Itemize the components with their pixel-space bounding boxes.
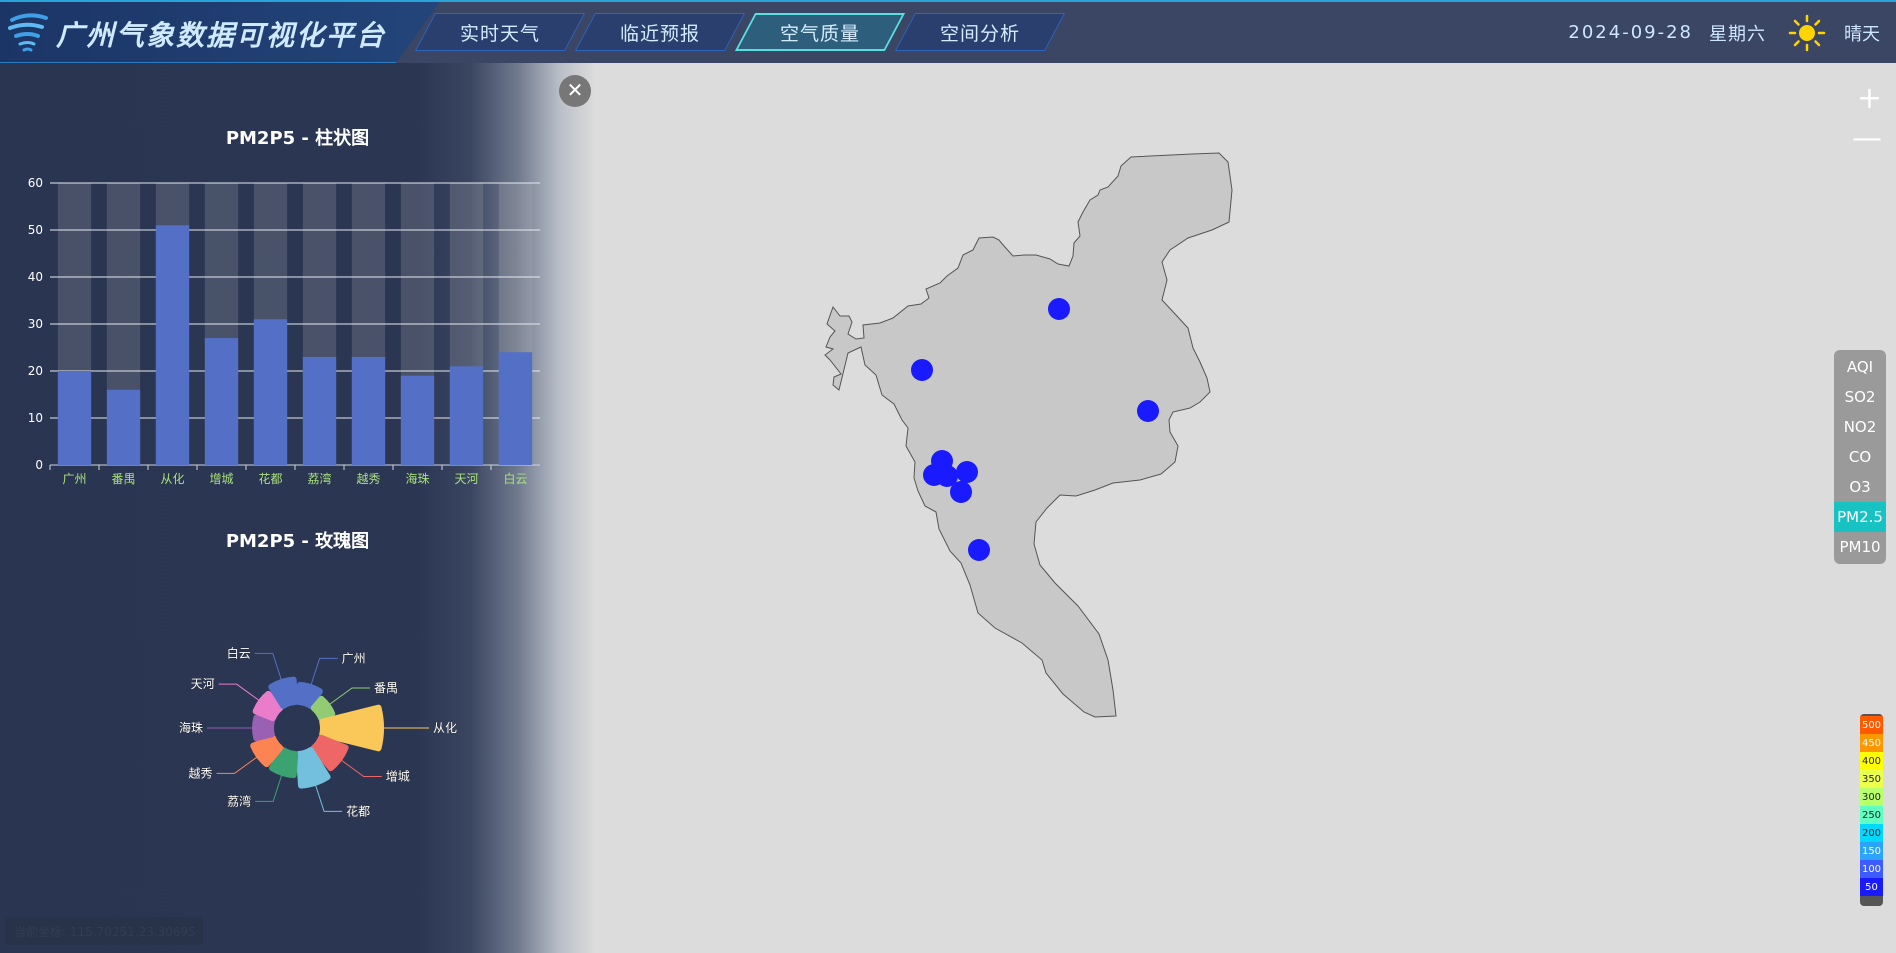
tab-spatial-analysis[interactable]: 空间分析	[894, 13, 1066, 51]
tab-label: 临近预报	[619, 22, 700, 45]
legend-level: 250	[1860, 806, 1883, 824]
legend-level: 500	[1860, 716, 1883, 734]
pollutant-option-aqi[interactable]: AQI	[1834, 352, 1886, 382]
rose-slice-番禺[interactable]	[310, 695, 336, 722]
pollutant-selector: AQI SO2 NO2 CO O3 PM2.5 PM10	[1834, 350, 1886, 564]
rose-label-line	[255, 774, 283, 802]
app-title: 广州气象数据可视化平台	[56, 19, 387, 52]
rose-label-line	[310, 657, 338, 686]
legend-level: 200	[1860, 824, 1883, 842]
rose-label: 海珠	[179, 720, 203, 735]
legend-level: 400	[1860, 752, 1883, 770]
legend-level: 350	[1860, 770, 1883, 788]
zoom-out-button[interactable]: —	[1852, 124, 1882, 154]
rose-label: 白云	[227, 645, 251, 660]
legend-level: 100	[1860, 860, 1883, 878]
rose-label-line	[216, 756, 258, 774]
pollutant-option-co[interactable]: CO	[1834, 442, 1886, 472]
station-marker[interactable]	[1137, 400, 1159, 422]
tab-realtime-weather[interactable]: 实时天气	[414, 13, 586, 51]
sun-icon	[1788, 14, 1826, 51]
top-header: 广州气象数据可视化平台 实时天气 临近预报 空气质量 空间分析 2024-09-…	[0, 0, 1896, 63]
station-marker[interactable]	[950, 481, 972, 503]
color-legend: 500 450 400 350 300 250 200 150 100 50	[1860, 714, 1883, 906]
rose-label: 从化	[433, 721, 457, 735]
station-marker[interactable]	[956, 461, 978, 483]
legend-level: 50	[1860, 878, 1883, 896]
rose-label-line	[329, 687, 371, 705]
current-weekday: 星期六	[1709, 23, 1766, 45]
station-marker[interactable]	[968, 539, 990, 561]
rose-slice-海珠[interactable]	[252, 714, 275, 742]
pm25-rose-chart: 广州番禺从化增城花都 荔湾越秀 海珠 天河 白云	[179, 645, 458, 819]
tab-label: 空间分析	[939, 22, 1020, 45]
rose-label: 荔湾	[227, 793, 251, 808]
logo-block: 广州气象数据可视化平台	[0, 2, 440, 63]
legend-level: 150	[1860, 842, 1883, 860]
rose-label: 广州	[342, 651, 366, 665]
tab-nowcast[interactable]: 临近预报	[574, 13, 746, 51]
rose-label-line	[254, 652, 282, 681]
rose-label-line	[314, 784, 343, 812]
rose-label: 花都	[346, 803, 370, 818]
guangzhou-boundary[interactable]	[824, 152, 1233, 718]
pollutant-option-pm25[interactable]: PM2.5	[1834, 502, 1886, 532]
tab-air-quality[interactable]: 空气质量	[734, 13, 906, 51]
tab-label: 实时天气	[459, 22, 540, 45]
station-marker[interactable]	[1048, 298, 1070, 320]
station-marker[interactable]	[911, 359, 933, 381]
pollutant-option-pm10[interactable]: PM10	[1834, 532, 1886, 562]
pollutant-option-o3[interactable]: O3	[1834, 472, 1886, 502]
current-date: 2024-09-28	[1568, 22, 1693, 43]
pollutant-option-so2[interactable]: SO2	[1834, 382, 1886, 412]
rose-label: 天河	[191, 677, 215, 691]
zoom-in-button[interactable]: +	[1857, 84, 1882, 114]
header-status: 2024-09-28 星期六 晴天	[1568, 2, 1896, 63]
weather-text: 晴天	[1844, 23, 1880, 45]
legend-level: 450	[1860, 734, 1883, 752]
tab-label: 空气质量	[779, 22, 860, 45]
main-nav: 实时天气 临近预报 空气质量 空间分析	[414, 13, 1066, 51]
pollutant-option-no2[interactable]: NO2	[1834, 412, 1886, 442]
coordinate-readout: 当前坐标: 115.70251,23.30695	[6, 917, 203, 945]
rose-label: 越秀	[189, 766, 213, 780]
rose-label-line	[340, 759, 382, 777]
rose-label: 番禺	[374, 681, 398, 695]
legend-level: 300	[1860, 788, 1883, 806]
rose-label: 增城	[386, 769, 410, 783]
typhoon-logo-icon	[8, 13, 48, 52]
rose-label-line	[218, 683, 260, 702]
